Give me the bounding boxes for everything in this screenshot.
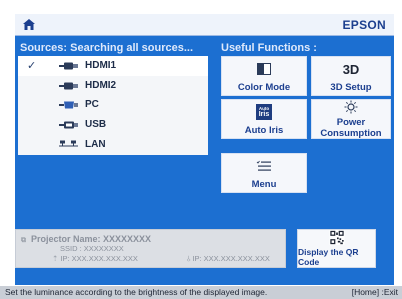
auto-iris-button[interactable]: Auto Iris Auto Iris <box>221 99 307 139</box>
source-label: USB <box>85 119 107 131</box>
wired-ip-text: IP: XXX.XXX.XXX.XXX <box>192 254 270 263</box>
menu-label: Menu <box>251 179 277 190</box>
source-label: PC <box>85 99 99 111</box>
top-bar: EPSON <box>15 14 394 36</box>
wired-ip: ⫰ IP: XXX.XXX.XXX.XXX <box>187 254 270 264</box>
source-item-lan[interactable]: LAN <box>18 134 208 154</box>
color-mode-label: Color Mode <box>237 82 291 93</box>
home-icon[interactable] <box>22 18 36 31</box>
display-qr-code-button[interactable]: Display the QR Code <box>297 229 376 268</box>
power-consumption-button[interactable]: Power Consumption <box>311 99 391 139</box>
source-label: HDMI1 <box>85 60 117 72</box>
projector-name-text: Projector Name: XXXXXXXX <box>31 234 152 244</box>
ssid: SSID : XXXXXXXX <box>60 244 124 253</box>
hdmi-icon <box>59 62 78 70</box>
color-mode-icon <box>257 59 271 79</box>
wireless-ip: ⇡ IP: XXX.XXX.XXX.XXX <box>52 254 138 263</box>
auto-iris-label: Auto Iris <box>244 125 284 136</box>
source-label: LAN <box>85 138 106 150</box>
hdmi-icon <box>59 82 78 90</box>
exit-hint: [Home] :Exit <box>351 287 398 297</box>
auto-iris-icon-bottom: Iris <box>258 111 270 118</box>
source-item-usb[interactable]: USB <box>18 115 208 135</box>
menu-button[interactable]: Menu <box>221 153 307 193</box>
check-icon: ✓ <box>27 60 37 72</box>
usb-icon <box>59 121 78 129</box>
status-bar: Set the luminance according to the brigh… <box>0 286 402 299</box>
source-item-hdmi1[interactable]: ✓ HDMI1 <box>18 56 208 76</box>
screen: EPSON Sources: Searching all sources... … <box>0 0 402 299</box>
wired-lan-icon: ⫰ <box>187 254 191 263</box>
source-item-pc[interactable]: PC <box>18 95 208 115</box>
source-label: HDMI2 <box>85 79 117 91</box>
auto-iris-icon: Auto Iris <box>256 102 272 122</box>
wireless-ip-text: IP: XXX.XXX.XXX.XXX <box>60 254 138 263</box>
status-message: Set the luminance according to the brigh… <box>5 287 268 297</box>
3d-icon-text: 3D <box>342 61 360 77</box>
power-consumption-label: Power Consumption <box>320 116 382 139</box>
sources-title: Sources: Searching all sources... <box>20 42 194 54</box>
functions-title: Useful Functions : <box>221 42 317 54</box>
vga-icon <box>59 101 78 109</box>
color-mode-button[interactable]: Color Mode <box>221 56 307 96</box>
3d-icon: 3D <box>343 59 360 79</box>
3d-setup-label: 3D Setup <box>330 82 372 93</box>
source-item-hdmi2[interactable]: HDMI2 <box>18 76 208 96</box>
projector-info-panel: ⧉ Projector Name: XXXXXXXX SSID : XXXXXXX… <box>15 229 286 268</box>
wireless-icon: ⇡ <box>52 254 59 263</box>
qr-code-icon <box>329 230 344 245</box>
3d-setup-button[interactable]: 3D 3D Setup <box>311 56 391 96</box>
lightbulb-icon <box>344 100 358 114</box>
brand-logo: EPSON <box>342 18 386 32</box>
qr-code-label: Display the QR Code <box>298 247 359 267</box>
menu-icon <box>256 156 272 176</box>
sources-list: ✓ HDMI1 HDMI2 PC USB LAN <box>18 56 208 155</box>
lan-icon <box>59 140 78 147</box>
network-icon: ⧉ <box>21 237 26 244</box>
